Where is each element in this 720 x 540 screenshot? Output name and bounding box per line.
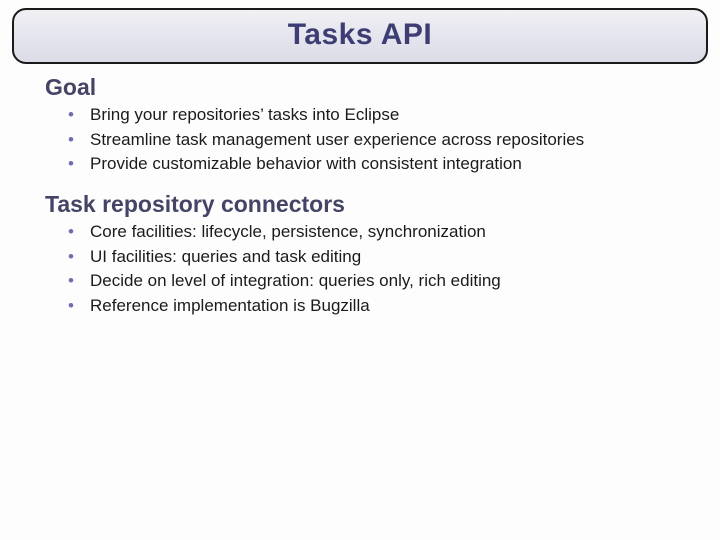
- list-item: Reference implementation is Bugzilla: [68, 294, 710, 319]
- list-item: Core facilities: lifecycle, persistence,…: [68, 220, 710, 245]
- section-heading-connectors: Task repository connectors: [45, 191, 710, 218]
- list-item: UI facilities: queries and task editing: [68, 245, 710, 270]
- list-item: Decide on level of integration: queries …: [68, 269, 710, 294]
- list-item: Bring your repositories’ tasks into Ecli…: [68, 103, 710, 128]
- title-box: Tasks API: [12, 8, 708, 64]
- list-item: Provide customizable behavior with consi…: [68, 152, 710, 177]
- slide: Tasks API Goal Bring your repositories’ …: [0, 0, 720, 540]
- slide-title: Tasks API: [14, 18, 706, 52]
- bullet-list-connectors: Core facilities: lifecycle, persistence,…: [68, 220, 710, 319]
- list-item: Streamline task management user experien…: [68, 128, 710, 153]
- bullet-list-goal: Bring your repositories’ tasks into Ecli…: [68, 103, 710, 177]
- section-heading-goal: Goal: [45, 74, 710, 101]
